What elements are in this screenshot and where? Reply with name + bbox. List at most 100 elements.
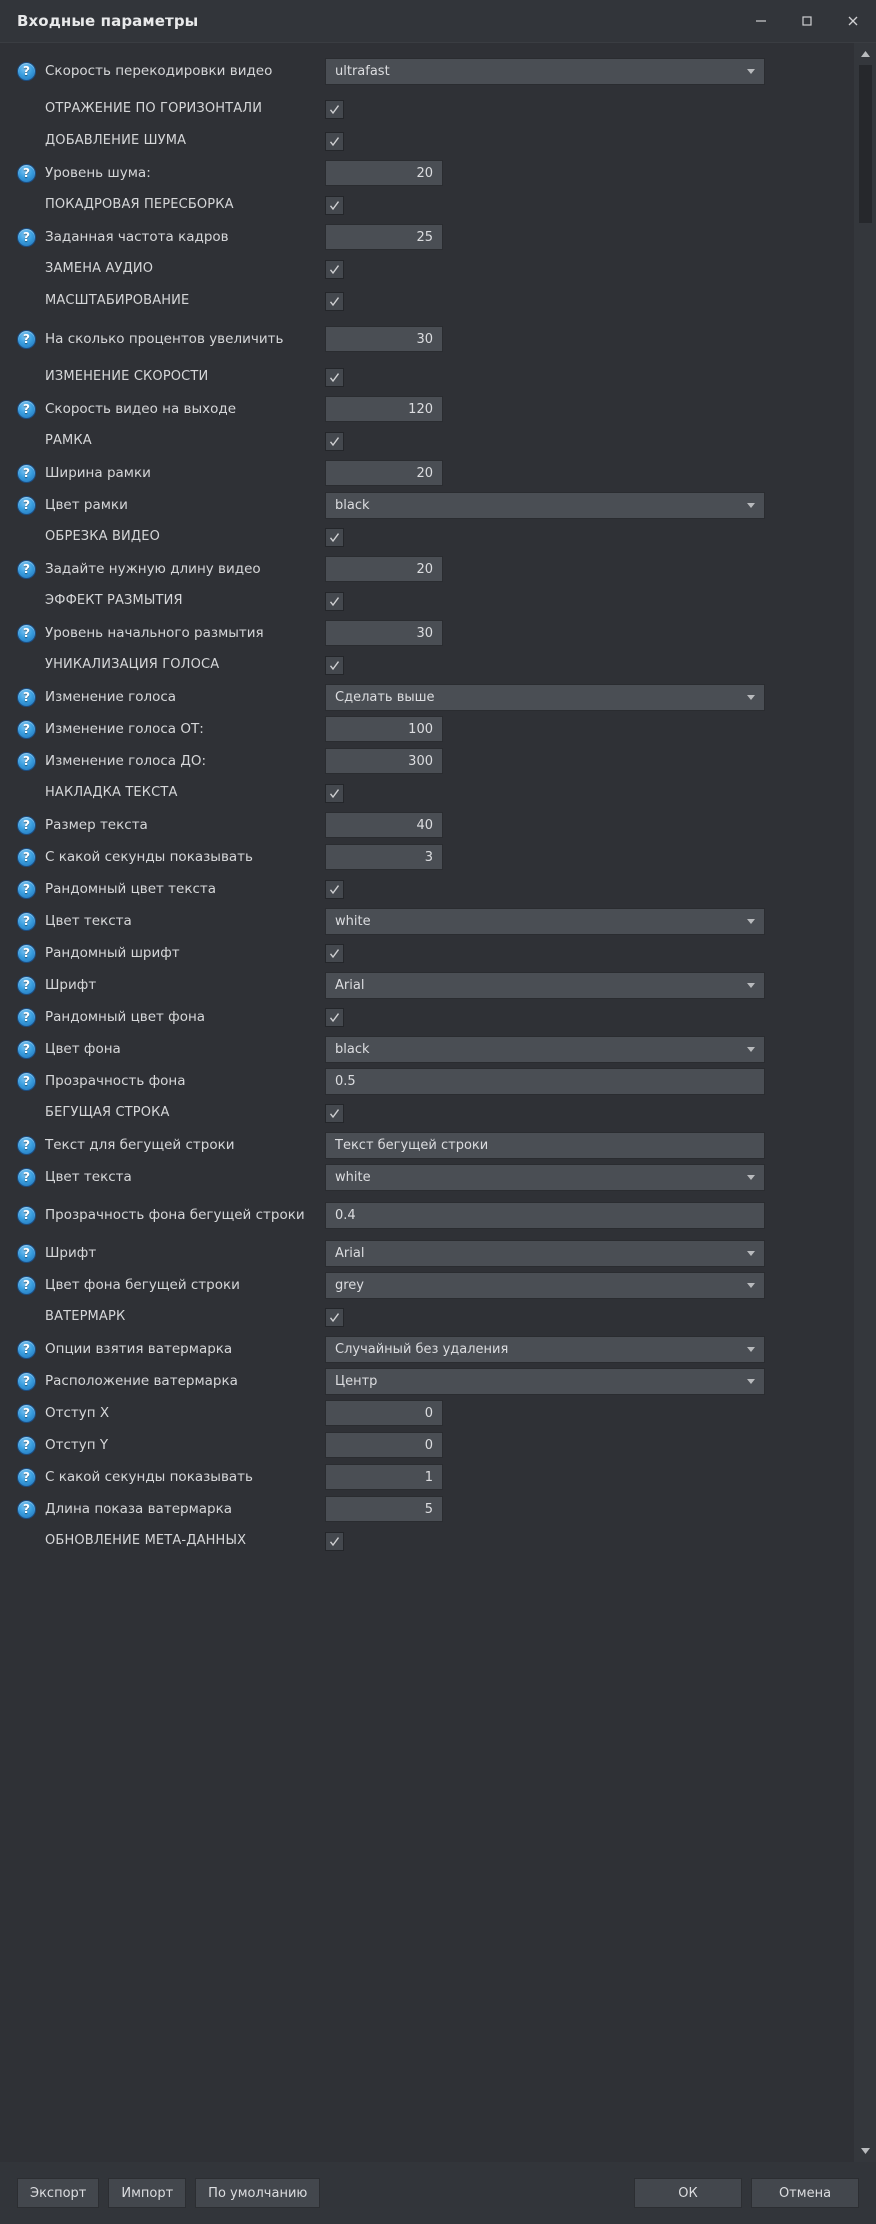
cancel-button[interactable]: Отмена xyxy=(751,2178,859,2208)
scrollbar-thumb[interactable] xyxy=(859,65,872,223)
help-question-icon[interactable]: ? xyxy=(17,1372,36,1391)
defaults-button[interactable]: По умолчанию xyxy=(195,2178,320,2208)
help-question-icon[interactable]: ? xyxy=(17,1468,36,1487)
help-question-icon[interactable]: ? xyxy=(17,560,36,579)
help-question-icon[interactable]: ? xyxy=(17,752,36,771)
help-question-icon[interactable]: ? xyxy=(17,624,36,643)
parameter-number-input[interactable]: 20 xyxy=(325,160,443,186)
help-question-icon[interactable]: ? xyxy=(17,816,36,835)
help-question-icon[interactable]: ? xyxy=(17,464,36,483)
help-question-icon[interactable]: ? xyxy=(17,912,36,931)
parameter-number-input[interactable]: 20 xyxy=(325,556,443,582)
parameter-label-cell: ?Цвет рамки xyxy=(17,496,325,515)
parameter-dropdown[interactable]: Случайный без удаления xyxy=(325,1336,765,1363)
parameter-dropdown[interactable]: Arial xyxy=(325,1240,765,1267)
parameter-dropdown[interactable]: black xyxy=(325,492,765,519)
parameter-row: ?Размер текста40 xyxy=(0,809,854,841)
parameter-label: Длина показа ватермарка xyxy=(45,1501,232,1517)
dropdown-value: black xyxy=(335,498,747,513)
help-question-icon[interactable]: ? xyxy=(17,944,36,963)
help-question-icon[interactable]: ? xyxy=(17,1404,36,1423)
help-question-icon[interactable]: ? xyxy=(17,1206,36,1225)
close-button[interactable] xyxy=(830,0,876,42)
maximize-button[interactable] xyxy=(784,0,830,42)
parameter-dropdown[interactable]: grey xyxy=(325,1272,765,1299)
scroll-down-icon[interactable] xyxy=(854,2142,876,2160)
parameter-number-input[interactable]: 120 xyxy=(325,396,443,422)
vertical-scrollbar[interactable] xyxy=(854,43,876,2162)
help-question-icon[interactable]: ? xyxy=(17,1136,36,1155)
help-question-icon[interactable]: ? xyxy=(17,1244,36,1263)
parameter-text-input[interactable]: 0.5 xyxy=(325,1068,765,1095)
parameter-number-input[interactable]: 25 xyxy=(325,224,443,250)
help-question-icon[interactable]: ? xyxy=(17,688,36,707)
help-question-icon[interactable]: ? xyxy=(17,228,36,247)
parameter-checkbox[interactable] xyxy=(325,260,344,279)
parameter-row: ?Прозрачность фона0.5 xyxy=(0,1065,854,1097)
help-question-icon[interactable]: ? xyxy=(17,1500,36,1519)
parameter-checkbox[interactable] xyxy=(325,368,344,387)
parameter-number-input[interactable]: 0 xyxy=(325,1432,443,1458)
parameter-number-input[interactable]: 0 xyxy=(325,1400,443,1426)
help-question-icon[interactable]: ? xyxy=(17,1168,36,1187)
parameter-label-cell: ?Рандомный цвет текста xyxy=(17,880,325,899)
parameter-dropdown[interactable]: ultrafast xyxy=(325,58,765,85)
parameter-number-input[interactable]: 3 xyxy=(325,844,443,870)
help-question-icon[interactable]: ? xyxy=(17,164,36,183)
parameter-number-input[interactable]: 100 xyxy=(325,716,443,742)
parameter-dropdown[interactable]: Arial xyxy=(325,972,765,999)
parameter-checkbox[interactable] xyxy=(325,1532,344,1551)
help-question-icon[interactable]: ? xyxy=(17,330,36,349)
help-question-icon[interactable]: ? xyxy=(17,976,36,995)
parameter-number-input[interactable]: 5 xyxy=(325,1496,443,1522)
parameter-dropdown[interactable]: Центр xyxy=(325,1368,765,1395)
parameter-checkbox[interactable] xyxy=(325,132,344,151)
help-question-icon[interactable]: ? xyxy=(17,1008,36,1027)
help-question-icon[interactable]: ? xyxy=(17,1436,36,1455)
parameter-dropdown[interactable]: black xyxy=(325,1036,765,1063)
parameter-checkbox[interactable] xyxy=(325,528,344,547)
parameter-checkbox[interactable] xyxy=(325,1104,344,1123)
parameter-checkbox[interactable] xyxy=(325,196,344,215)
minimize-button[interactable] xyxy=(738,0,784,42)
help-question-icon[interactable]: ? xyxy=(17,1072,36,1091)
parameter-checkbox[interactable] xyxy=(325,1308,344,1327)
parameter-number-input[interactable]: 300 xyxy=(325,748,443,774)
parameter-checkbox[interactable] xyxy=(325,944,344,963)
parameter-label-cell: ?С какой секунды показывать xyxy=(17,848,325,867)
parameter-number-input[interactable]: 30 xyxy=(325,326,443,352)
parameter-text-input[interactable]: 0.4 xyxy=(325,1202,765,1229)
help-question-icon[interactable]: ? xyxy=(17,1040,36,1059)
parameter-checkbox[interactable] xyxy=(325,880,344,899)
parameter-number-input[interactable]: 20 xyxy=(325,460,443,486)
ok-button[interactable]: ОК xyxy=(634,2178,742,2208)
parameters-scroll-area: ?Скорость перекодировки видеоultrafastОТ… xyxy=(0,42,876,2162)
parameter-text-input[interactable]: Текст бегущей строки xyxy=(325,1132,765,1159)
parameter-row: ?Цвет фонаblack xyxy=(0,1033,854,1065)
parameter-checkbox[interactable] xyxy=(325,592,344,611)
parameter-checkbox[interactable] xyxy=(325,292,344,311)
import-button[interactable]: Импорт xyxy=(108,2178,186,2208)
scroll-up-icon[interactable] xyxy=(854,45,876,63)
parameter-checkbox[interactable] xyxy=(325,1008,344,1027)
parameter-checkbox[interactable] xyxy=(325,784,344,803)
help-question-icon[interactable]: ? xyxy=(17,62,36,81)
parameter-control-cell: 0.5 xyxy=(325,1068,854,1095)
parameter-checkbox[interactable] xyxy=(325,432,344,451)
parameter-dropdown[interactable]: white xyxy=(325,1164,765,1191)
help-question-icon[interactable]: ? xyxy=(17,720,36,739)
help-question-icon[interactable]: ? xyxy=(17,400,36,419)
help-question-icon[interactable]: ? xyxy=(17,496,36,515)
parameter-number-input[interactable]: 30 xyxy=(325,620,443,646)
parameter-dropdown[interactable]: white xyxy=(325,908,765,935)
help-question-icon[interactable]: ? xyxy=(17,880,36,899)
parameter-checkbox[interactable] xyxy=(325,656,344,675)
parameter-number-input[interactable]: 40 xyxy=(325,812,443,838)
parameter-checkbox[interactable] xyxy=(325,100,344,119)
parameter-dropdown[interactable]: Сделать выше xyxy=(325,684,765,711)
help-question-icon[interactable]: ? xyxy=(17,1340,36,1359)
export-button[interactable]: Экспорт xyxy=(17,2178,99,2208)
parameter-number-input[interactable]: 1 xyxy=(325,1464,443,1490)
help-question-icon[interactable]: ? xyxy=(17,848,36,867)
help-question-icon[interactable]: ? xyxy=(17,1276,36,1295)
